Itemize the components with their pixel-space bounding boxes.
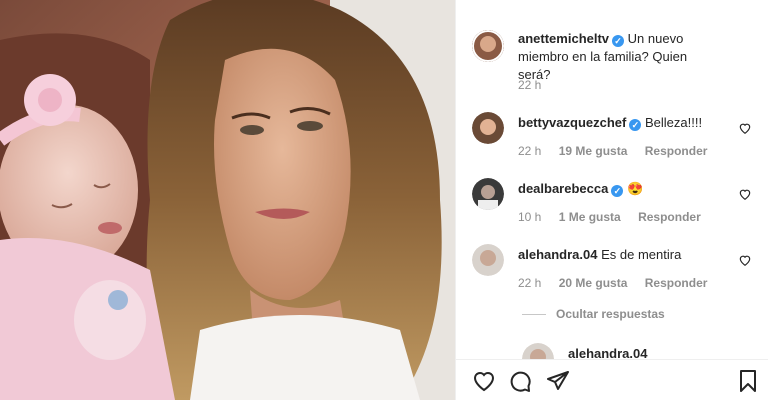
reply-item: alehandra.04 <box>522 343 752 360</box>
avatar-image <box>472 178 504 210</box>
reply-text-block: alehandra.04 <box>568 345 722 360</box>
like-comment-heart-icon[interactable] <box>738 121 752 135</box>
avatar[interactable] <box>472 30 504 62</box>
comment-icon[interactable] <box>508 369 532 393</box>
reply-button[interactable]: Responder <box>645 144 708 158</box>
post-photo[interactable] <box>0 0 455 400</box>
comment-likes[interactable]: 1 Me gusta <box>559 210 621 224</box>
caption-text-block: anettemicheltv ✓ Un nuevo miembro en la f… <box>518 30 722 84</box>
comment-item: alehandra.04 Es de mentira 22 h 20 Me gu… <box>472 244 752 292</box>
heart-icon[interactable] <box>472 369 496 393</box>
caption-time[interactable]: 22 h <box>518 78 541 92</box>
reply-button[interactable]: Responder <box>638 210 701 224</box>
like-comment-heart-icon[interactable] <box>738 187 752 201</box>
comment-username[interactable]: dealbarebecca <box>518 181 608 196</box>
reply-username[interactable]: alehandra.04 <box>568 346 648 360</box>
post-photo-illustration <box>0 0 455 400</box>
comment-meta: 10 h 1 Me gusta Responder <box>518 210 715 224</box>
comment-meta: 22 h 19 Me gusta Responder <box>518 144 721 158</box>
avatar-image <box>522 343 554 360</box>
comment-time[interactable]: 22 h <box>518 276 541 290</box>
comment-time[interactable]: 10 h <box>518 210 541 224</box>
comment-text-block: bettyvazquezchef ✓ Belleza!!!! <box>518 114 722 132</box>
avatar-image <box>472 30 504 62</box>
avatar[interactable] <box>472 244 504 276</box>
caption-username[interactable]: anettemicheltv <box>518 31 609 46</box>
comment-likes[interactable]: 20 Me gusta <box>559 276 628 290</box>
verified-badge-icon: ✓ <box>611 185 624 197</box>
avatar-image <box>472 244 504 276</box>
comments-panel: anettemicheltv ✓ Un nuevo miembro en la f… <box>455 0 768 400</box>
comment-text-block: alehandra.04 Es de mentira <box>518 246 722 264</box>
hide-replies-button[interactable]: Ocultar respuestas <box>556 307 665 321</box>
action-bar <box>456 359 768 400</box>
comment-text-block: dealbarebecca ✓ 😍 <box>518 180 722 198</box>
verified-badge-icon: ✓ <box>612 35 625 47</box>
comment-text: Es de mentira <box>601 247 682 262</box>
comment-username[interactable]: bettyvazquezchef <box>518 115 626 130</box>
avatar[interactable] <box>472 112 504 144</box>
comment-time[interactable]: 22 h <box>518 144 541 158</box>
avatar[interactable] <box>522 343 554 360</box>
comment-item: dealbarebecca ✓ 😍 10 h 1 Me gusta Respond… <box>472 178 752 226</box>
comment-meta: 22 h 20 Me gusta Responder <box>518 276 721 290</box>
avatar-image <box>472 112 504 144</box>
bookmark-icon[interactable] <box>736 369 760 393</box>
paper-plane-icon[interactable] <box>546 369 570 393</box>
comment-text: Belleza!!!! <box>645 115 703 130</box>
instagram-post: anettemicheltv ✓ Un nuevo miembro en la f… <box>0 0 768 400</box>
comments-list[interactable]: anettemicheltv ✓ Un nuevo miembro en la f… <box>456 0 768 360</box>
verified-badge-icon: ✓ <box>629 119 642 131</box>
comment-username[interactable]: alehandra.04 <box>518 247 598 262</box>
comment-likes[interactable]: 19 Me gusta <box>559 144 628 158</box>
comment-text: 😍 <box>626 181 644 196</box>
caption-meta: 22 h <box>518 78 555 92</box>
hide-replies-line <box>522 314 546 315</box>
caption: anettemicheltv ✓ Un nuevo miembro en la f… <box>472 30 752 92</box>
like-comment-heart-icon[interactable] <box>738 253 752 267</box>
reply-button[interactable]: Responder <box>645 276 708 290</box>
comment-item: bettyvazquezchef ✓ Belleza!!!! 22 h 19 Me… <box>472 112 752 160</box>
avatar[interactable] <box>472 178 504 210</box>
